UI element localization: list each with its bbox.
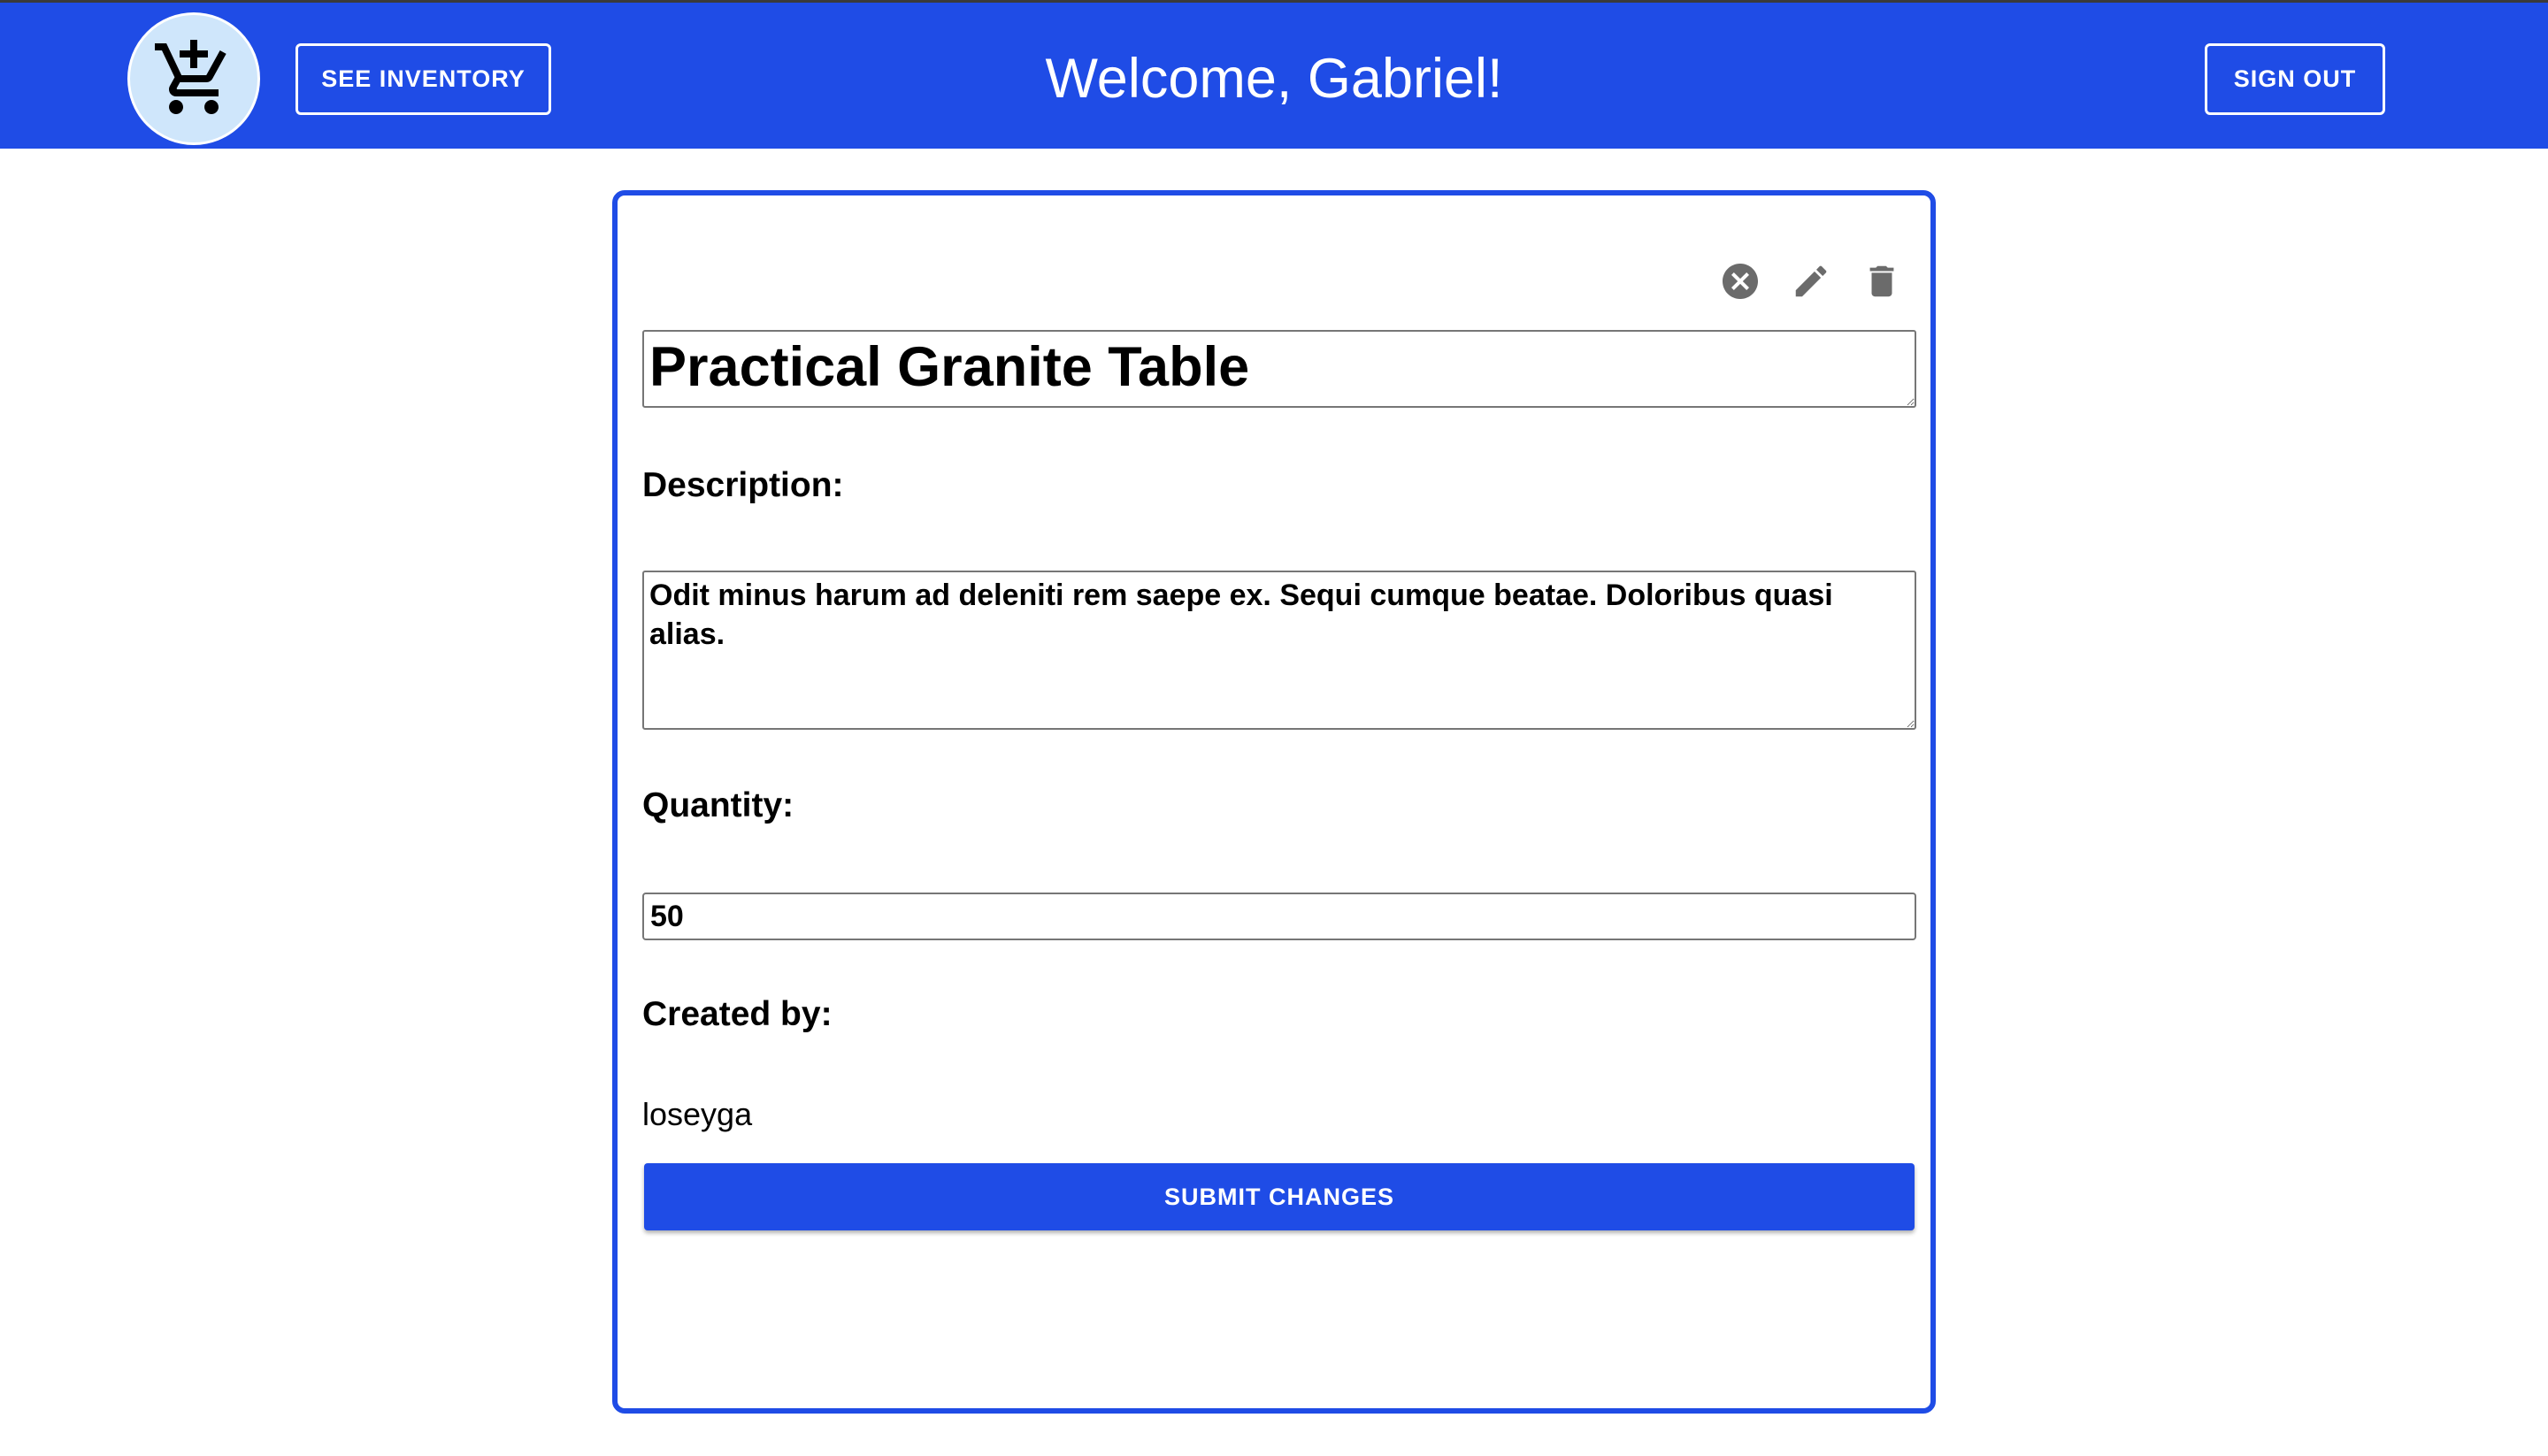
item-title-field[interactable]: Practical Granite Table — [642, 330, 1916, 408]
description-field[interactable]: Odit minus harum ad deleniti rem saepe e… — [642, 571, 1916, 730]
trash-icon — [1869, 265, 1894, 297]
description-label: Description: — [642, 466, 844, 504]
quantity-field[interactable] — [642, 893, 1916, 940]
welcome-heading: Welcome, Gabriel! — [1045, 48, 1503, 110]
delete-button[interactable] — [1856, 256, 1907, 307]
item-edit-card: Practical Granite Table Description: Odi… — [612, 190, 1936, 1414]
created-by-value: loseyga — [642, 1096, 753, 1132]
close-button[interactable] — [1715, 256, 1766, 307]
pencil-icon — [1795, 265, 1827, 297]
sign-out-button[interactable]: SIGN OUT — [2205, 43, 2385, 115]
close-circle-icon — [1723, 264, 1758, 299]
submit-changes-button[interactable]: SUBMIT CHANGES — [644, 1163, 1915, 1230]
quantity-label: Quantity: — [642, 786, 794, 824]
top-app-bar: SEE INVENTORY Welcome, Gabriel! SIGN OUT — [0, 0, 2548, 149]
created-by-label: Created by: — [642, 995, 833, 1033]
edit-button[interactable] — [1785, 256, 1837, 307]
